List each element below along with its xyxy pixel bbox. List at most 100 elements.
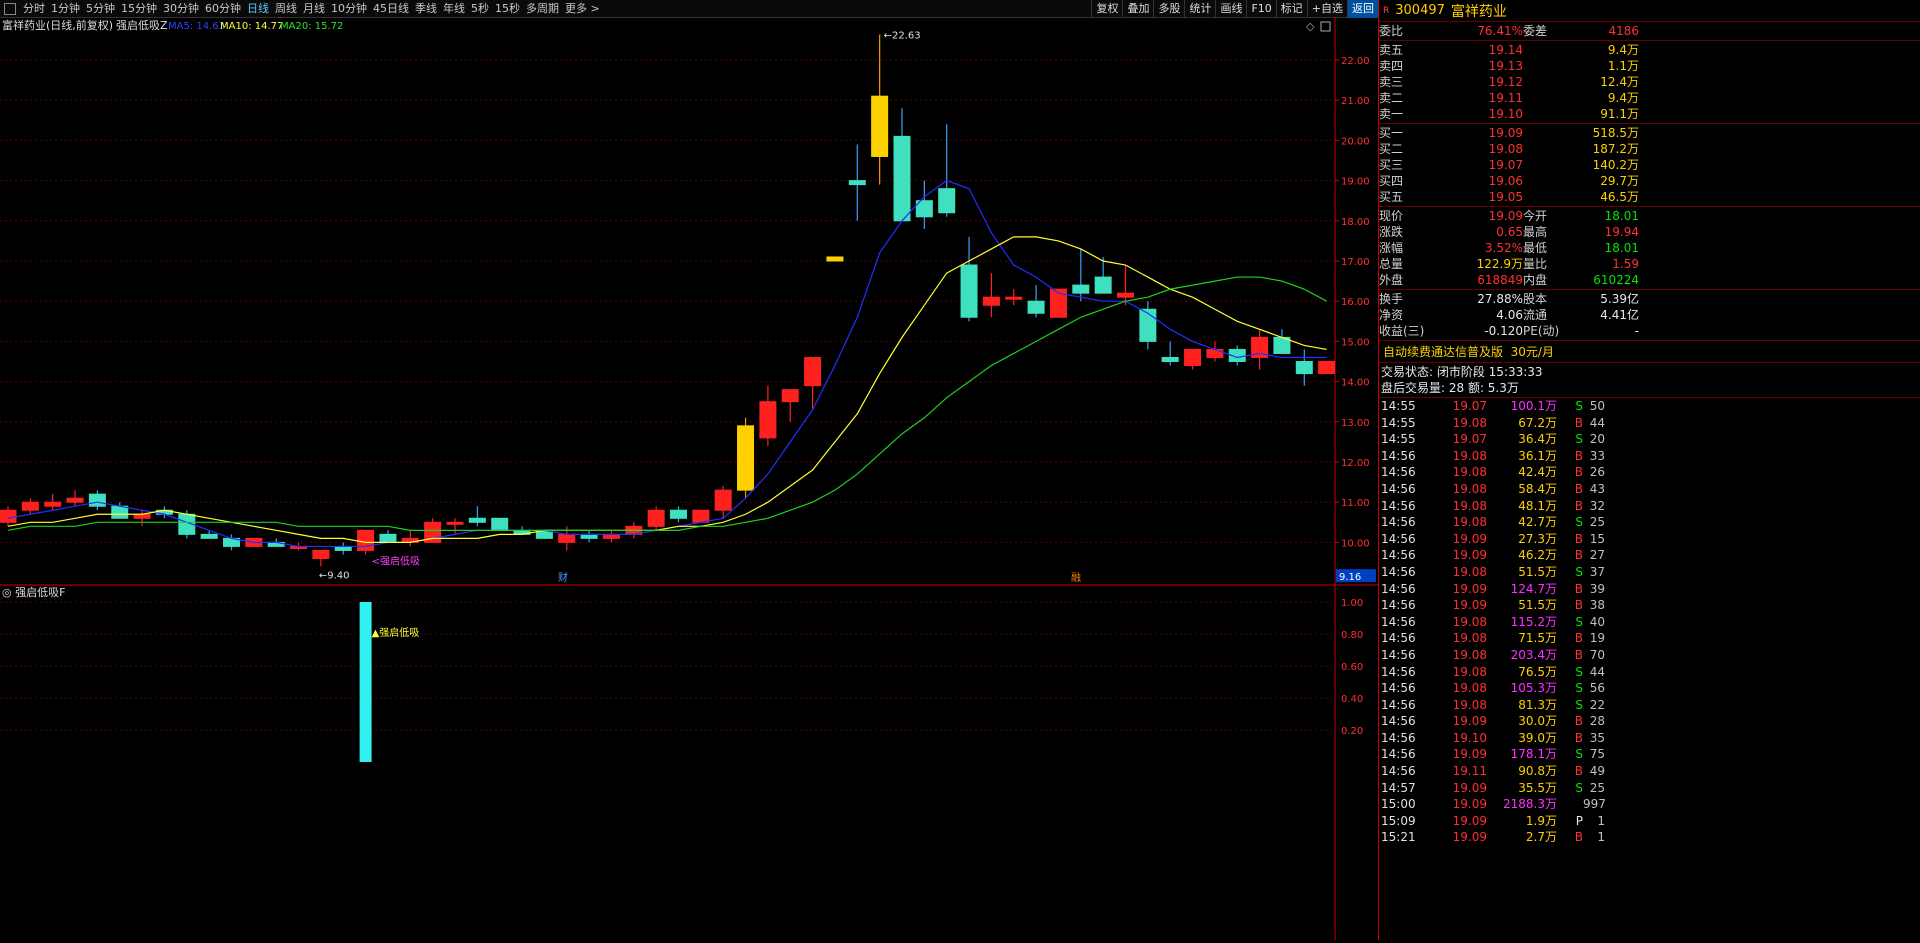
tick-list[interactable]: 14:55 19.07 100.1万 S 50 14:55 19.08 67.2万 B 44 14:… (1379, 398, 1920, 846)
period-tab[interactable]: 1分钟 (48, 0, 83, 18)
toolbar-right-button[interactable]: +自选 (1306, 0, 1347, 18)
tick-price: 19.09 (1452, 581, 1487, 596)
period-tab[interactable]: 分时 (20, 0, 48, 18)
candle-body[interactable] (737, 425, 755, 491)
sell-book: 卖五 19.14 9.4万 卖四 19.13 1.1万 卖三 19.12 12.4万 卖二 19.1… (1379, 41, 1920, 124)
level-price: 19.13 (1488, 59, 1523, 73)
candle-body[interactable] (446, 521, 464, 525)
candle-body[interactable] (558, 533, 576, 543)
tick-volume: 105.3万 (1510, 681, 1557, 696)
candle-body[interactable] (670, 509, 687, 519)
candle-body[interactable] (200, 533, 218, 539)
candle-body[interactable] (66, 497, 84, 503)
tick-side: B (1574, 548, 1583, 563)
menu-icon[interactable] (4, 2, 16, 15)
toolbar-right-button[interactable]: 统计 (1184, 0, 1215, 18)
period-tab[interactable]: 10分钟 (328, 0, 370, 18)
period-tab[interactable]: 月线 (300, 0, 328, 18)
candle-body[interactable] (580, 533, 598, 539)
candle-body[interactable] (1005, 296, 1023, 300)
candle-body[interactable] (804, 356, 822, 387)
candle-body[interactable] (468, 517, 486, 523)
toolbar-right-button[interactable]: 复权 (1091, 0, 1122, 18)
ad-banner[interactable]: 自动续费通达信普及版 30元/月 (1379, 341, 1920, 363)
candle-body[interactable] (692, 509, 710, 523)
candle-body[interactable] (1295, 361, 1313, 375)
candle-body[interactable] (312, 549, 330, 559)
period-tab[interactable]: 60分钟 (202, 0, 244, 18)
kline-svg[interactable]: 富祥药业(日线,前复权) 强启低吸Z MA5: 14.63MA10: 14.77MA… (0, 18, 1378, 940)
toolbar-right-button[interactable]: 多股 (1153, 0, 1184, 18)
tick-side: B (1574, 730, 1583, 745)
tick-volume: 81.3万 (1518, 697, 1557, 712)
period-tab[interactable]: 30分钟 (160, 0, 202, 18)
period-tab[interactable]: 多周期 (523, 0, 562, 18)
candle-body[interactable] (602, 533, 620, 539)
candle-body[interactable] (133, 513, 151, 519)
candle-body[interactable] (1117, 292, 1134, 298)
candle-body[interactable] (1027, 300, 1045, 314)
candle-body[interactable] (714, 489, 732, 511)
candle-body[interactable] (0, 509, 17, 523)
level-label: 卖四 (1379, 59, 1404, 73)
tick-row: 14:56 19.08 36.1万 B 33 (1379, 448, 1920, 465)
tick-row: 14:56 19.08 76.5万 S 44 (1379, 664, 1920, 681)
level-volume: 140.2万 (1592, 158, 1639, 172)
cai-marker[interactable]: 财 (558, 571, 568, 584)
period-tab[interactable]: 更多 > (562, 0, 603, 18)
candle-body[interactable] (21, 501, 39, 511)
toolbar-right-button[interactable]: 画线 (1215, 0, 1246, 18)
candle-body[interactable] (111, 505, 129, 519)
candle-body[interactable] (44, 501, 62, 507)
rong-marker[interactable]: 融 (1071, 572, 1081, 584)
period-tab[interactable]: 45日线 (370, 0, 412, 18)
candle-body[interactable] (1072, 284, 1090, 294)
toolbar-right-button[interactable]: 叠加 (1122, 0, 1153, 18)
tick-side: B (1574, 581, 1583, 596)
period-tab[interactable]: 15秒 (492, 0, 523, 18)
candle-body[interactable] (1184, 348, 1202, 367)
tick-row: 14:56 19.09 30.0万 B 28 (1379, 713, 1920, 730)
period-tab[interactable]: 周线 (272, 0, 300, 18)
candle-body[interactable] (893, 135, 911, 222)
tick-time: 14:56 (1381, 448, 1416, 463)
period-tab[interactable]: 年线 (440, 0, 468, 18)
candle-body[interactable] (1161, 356, 1179, 363)
ma20-legend: MA20: 15.72 (280, 21, 343, 32)
candle-body[interactable] (1318, 361, 1336, 375)
period-tab[interactable]: 5分钟 (83, 0, 118, 18)
candle-body[interactable] (491, 517, 509, 531)
sub-tick-label: 0.40 (1341, 694, 1363, 705)
candle-body[interactable] (379, 533, 397, 543)
tick-price: 19.08 (1452, 465, 1487, 480)
candle-body[interactable] (871, 95, 889, 157)
period-tab[interactable]: 15分钟 (118, 0, 160, 18)
candle-body[interactable] (647, 509, 665, 527)
signal-bar[interactable] (359, 602, 372, 762)
toolbar-right-button[interactable]: F10 (1246, 0, 1275, 18)
candle-body[interactable] (1139, 308, 1157, 342)
period-tab[interactable]: 日线 (244, 0, 272, 18)
toolbar-right-button[interactable]: 返回 (1347, 0, 1378, 18)
candle-body[interactable] (88, 493, 106, 507)
period-tab[interactable]: 季线 (412, 0, 440, 18)
candle-body[interactable] (848, 180, 866, 186)
period-tab[interactable]: 5秒 (468, 0, 492, 18)
candle-body[interactable] (357, 529, 375, 551)
candle-body[interactable] (960, 264, 978, 318)
candle-body[interactable] (938, 188, 956, 214)
candle-body[interactable] (826, 256, 844, 262)
candle-body[interactable] (982, 296, 1000, 306)
quote-value: 18.01 (1604, 241, 1639, 255)
tick-row: 14:56 19.08 115.2万 S 40 (1379, 614, 1920, 631)
candle-body[interactable] (781, 389, 799, 403)
candle-body[interactable] (1206, 348, 1224, 358)
maximize-icon[interactable] (1320, 21, 1331, 32)
diamond-icon[interactable]: ◇ (1306, 20, 1315, 33)
candle-body[interactable] (334, 545, 352, 551)
toolbar-right-button[interactable]: 标记 (1275, 0, 1307, 18)
candle-body[interactable] (759, 401, 777, 439)
kline-chart-area[interactable]: 富祥药业(日线,前复权) 强启低吸Z MA5: 14.63 MA10: 14.77 MA… (0, 18, 1378, 940)
candle-body[interactable] (1094, 276, 1112, 294)
